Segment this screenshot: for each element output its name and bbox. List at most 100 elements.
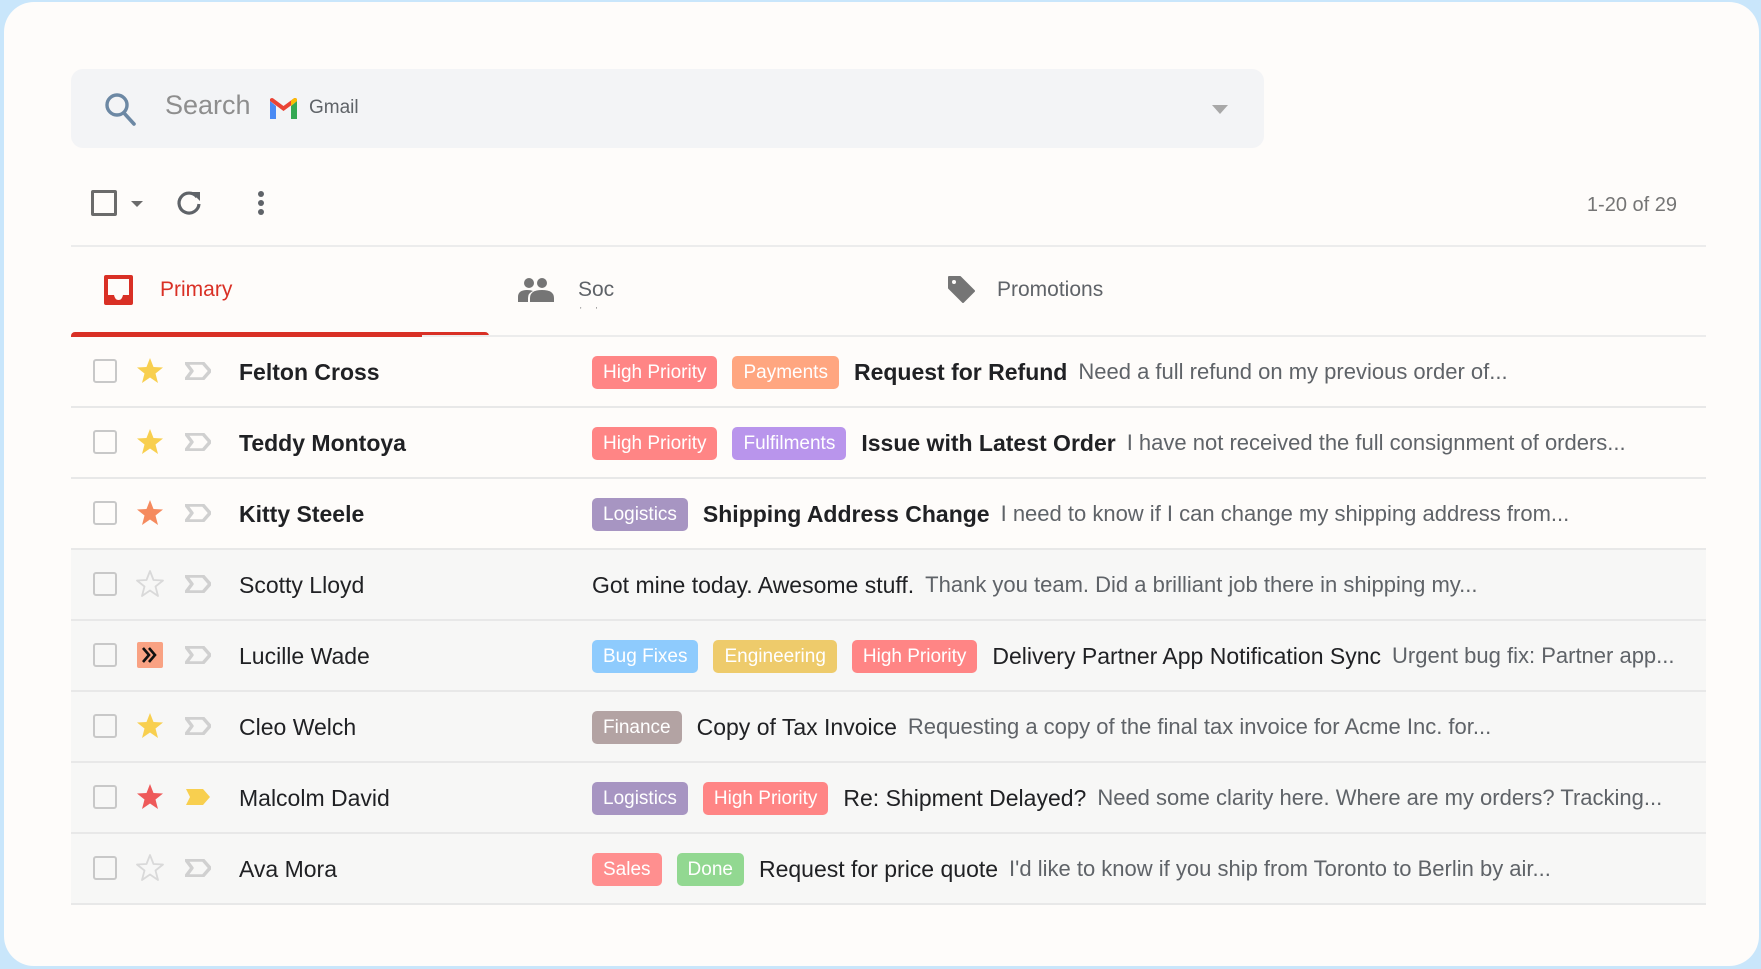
tab-label: Primary — [160, 278, 233, 301]
email-row[interactable]: Malcolm David Logistics High Priority Re:… — [71, 763, 1706, 834]
star-filled-icon[interactable] — [136, 499, 164, 527]
label-tag[interactable]: High Priority — [851, 639, 978, 673]
email-row[interactable]: Kitty Steele Logistics Shipping Address … — [71, 479, 1706, 550]
sender-name: Scotty Lloyd — [239, 572, 365, 598]
email-content: Logistics Shipping Address Change I need… — [592, 497, 1686, 531]
row-checkbox[interactable] — [93, 856, 117, 880]
email-snippet: Need a full refund on my previous order … — [1078, 359, 1508, 384]
search-input[interactable]: Search — [165, 90, 251, 121]
email-snippet: Requesting a copy of the final tax invoi… — [907, 714, 1492, 739]
important-marker-icon[interactable] — [185, 362, 211, 380]
gmail-logo-icon — [270, 98, 297, 119]
label-tag[interactable]: High Priority — [702, 781, 829, 815]
email-subject: Request for price quote — [758, 855, 999, 882]
tab-label: Soc — [578, 278, 615, 301]
pagination-count: 1-20 of 29 — [1586, 194, 1677, 216]
email-content: Got mine today. Awesome stuff. Thank you… — [592, 568, 1686, 602]
sender-name: Cleo Welch — [239, 714, 357, 740]
star-filled-icon[interactable] — [136, 428, 164, 456]
sender-name: Teddy Montoya — [239, 430, 406, 456]
label-tag[interactable]: Logistics — [592, 497, 688, 531]
sender-name: Malcolm David — [239, 785, 390, 811]
email-snippet: I need to know if I can change my shippi… — [1000, 501, 1570, 526]
select-all-checkbox[interactable] — [91, 190, 117, 216]
important-marker-icon[interactable] — [185, 504, 211, 522]
sender-name: Ava Mora — [239, 856, 338, 882]
inbox-icon — [104, 275, 133, 305]
category-tabs: Primary Soc ' ' Promotions — [71, 247, 1706, 337]
star-filled-icon[interactable] — [136, 712, 164, 740]
email-content: Logistics High Priority Re: Shipment Dela… — [592, 781, 1686, 815]
sender-name: Felton Cross — [239, 359, 380, 385]
label-tag[interactable]: High Priority — [592, 426, 718, 460]
tab-promotions[interactable]: Promotions — [947, 247, 1367, 337]
tab-label-artifact: ' ' — [580, 306, 604, 315]
star-empty-icon[interactable] — [136, 570, 164, 598]
important-marker-icon[interactable] — [185, 575, 211, 593]
label-tag[interactable]: Bug Fixes — [592, 639, 699, 673]
email-content: Bug Fixes Engineering High Priority Delive… — [592, 639, 1686, 673]
email-content: Sales Done Request for price quote I'd li… — [592, 852, 1686, 886]
tab-label: Promotions — [997, 278, 1104, 301]
star-empty-icon[interactable] — [136, 854, 164, 882]
important-marker-icon[interactable] — [185, 788, 211, 806]
email-snippet: Urgent bug fix: Partner app... — [1392, 643, 1675, 668]
email-subject: Issue with Latest Order — [861, 429, 1116, 456]
more-options-icon[interactable] — [257, 190, 265, 216]
label-tag[interactable]: Logistics — [592, 781, 688, 815]
search-options-dropdown-icon[interactable] — [1212, 105, 1228, 114]
email-row[interactable]: Felton Cross High Priority Payments Reque… — [71, 337, 1706, 408]
tag-icon — [948, 276, 975, 303]
label-tag[interactable]: Finance — [592, 710, 682, 744]
email-content: High Priority Fulfilments Issue with Late… — [592, 426, 1686, 460]
row-checkbox[interactable] — [93, 643, 117, 667]
star-filled-icon[interactable] — [136, 357, 164, 385]
label-tag[interactable]: High Priority — [592, 355, 718, 389]
label-tag[interactable]: Sales — [592, 852, 662, 886]
email-content: Finance Copy of Tax Invoice Requesting a… — [592, 710, 1686, 744]
select-options-caret-icon[interactable] — [131, 201, 143, 207]
email-snippet: Thank you team. Did a brilliant job ther… — [925, 572, 1478, 597]
sender-name: Lucille Wade — [239, 643, 370, 669]
row-checkbox[interactable] — [93, 501, 117, 525]
email-row[interactable]: Scotty Lloyd Got mine today. Awesome stu… — [71, 550, 1706, 621]
row-checkbox[interactable] — [93, 714, 117, 738]
tab-primary[interactable]: Primary — [71, 247, 489, 337]
search-scope-label: Gmail — [309, 97, 359, 118]
email-snippet: Need some clarity here. Where are my ord… — [1097, 785, 1663, 810]
row-checkbox[interactable] — [93, 430, 117, 454]
important-marker-icon[interactable] — [185, 433, 211, 451]
email-subject: Re: Shipment Delayed? — [843, 784, 1087, 811]
row-checkbox[interactable] — [93, 572, 117, 596]
label-tag[interactable]: Payments — [732, 355, 839, 389]
email-snippet: I have not received the full consignment… — [1126, 430, 1626, 455]
row-checkbox[interactable] — [93, 359, 117, 383]
email-row[interactable]: Teddy Montoya High Priority Fulfilments I… — [71, 408, 1706, 479]
email-subject: Shipping Address Change — [702, 500, 990, 527]
important-marker-icon[interactable] — [185, 859, 211, 877]
email-row[interactable]: Cleo Welch Finance Copy of Tax Invoice R… — [71, 692, 1706, 763]
sender-name: Kitty Steele — [239, 501, 365, 527]
email-row[interactable]: Lucille Wade Bug Fixes Engineering High Pr… — [71, 621, 1706, 692]
tab-social[interactable]: Soc ' ' — [511, 247, 931, 337]
important-marker-icon[interactable] — [185, 717, 211, 735]
email-snippet: I'd like to know if you ship from Toront… — [1009, 856, 1551, 881]
search-bar[interactable]: Search Gmail — [71, 69, 1264, 148]
search-icon[interactable] — [103, 91, 137, 127]
star-filled-icon[interactable] — [136, 783, 164, 811]
email-row[interactable]: Ava Mora Sales Done Request for price quo… — [71, 834, 1706, 905]
refresh-icon[interactable] — [174, 188, 204, 218]
important-marker-icon[interactable] — [185, 646, 211, 664]
forward-marker-icon[interactable] — [136, 641, 164, 669]
label-tag[interactable]: Fulfilments — [732, 426, 847, 460]
people-icon — [518, 278, 554, 302]
email-content: High Priority Payments Request for Refund… — [592, 355, 1686, 389]
label-tag[interactable]: Engineering — [713, 639, 837, 673]
gmail-inbox-card: Search Gmail 1-20 of 29 Primary Soc ' ' … — [4, 2, 1759, 966]
row-checkbox[interactable] — [93, 785, 117, 809]
email-subject: Got mine today. Awesome stuff. — [592, 571, 915, 598]
email-subject: Copy of Tax Invoice — [696, 713, 897, 740]
label-tag[interactable]: Done — [676, 852, 744, 886]
toolbar: 1-20 of 29 — [71, 182, 1706, 226]
email-list: Felton Cross High Priority Payments Reque… — [71, 337, 1706, 905]
